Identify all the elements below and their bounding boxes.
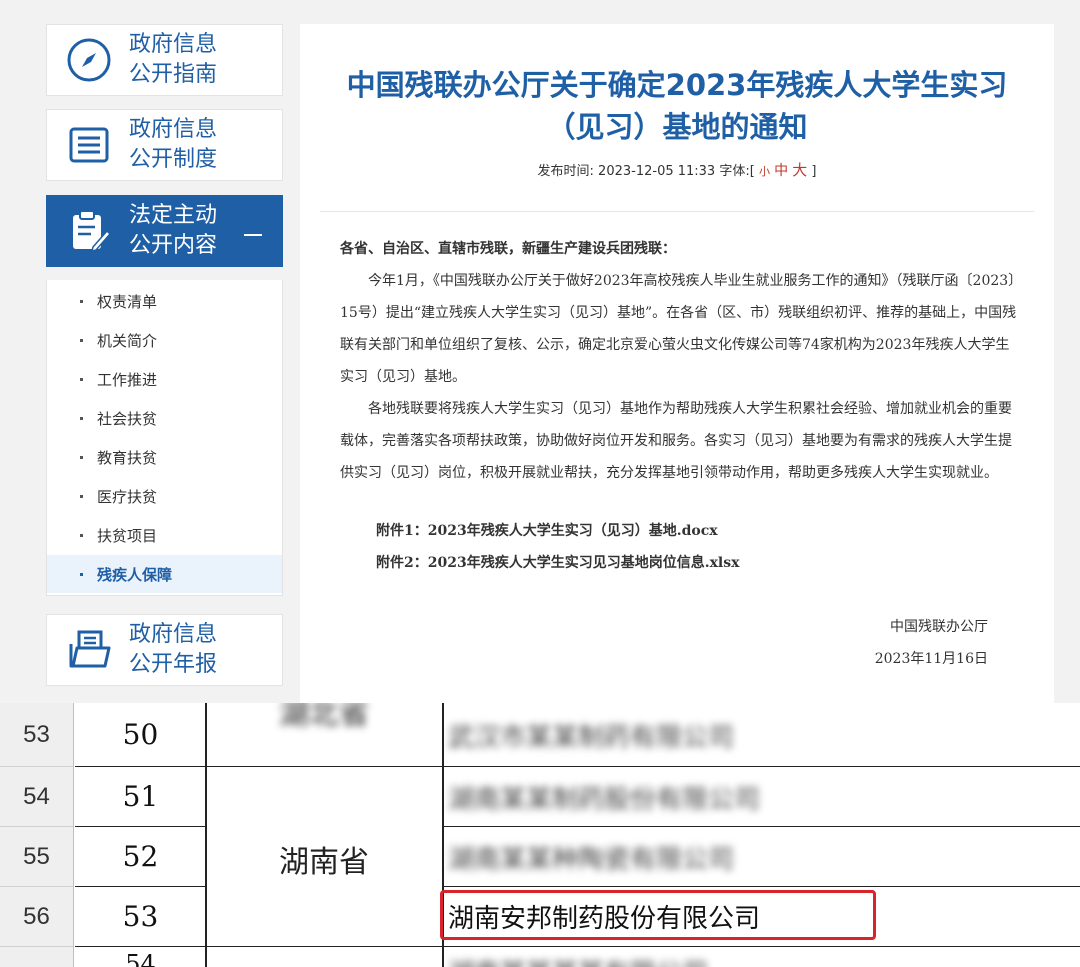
collapse-icon[interactable] bbox=[244, 234, 262, 236]
paragraph: 各地残联要将残疾人大学生实习（见习）基地作为帮助残疾人大学生积累社会经验、增加就… bbox=[340, 401, 1012, 481]
company-cell: 湖南某某制药股份有限公司 bbox=[448, 785, 761, 815]
submenu-item[interactable]: 社会扶贫 bbox=[47, 399, 282, 437]
folder-document-icon bbox=[69, 630, 111, 668]
article-meta: 发布时间: 2023-12-05 11:33 字体:[ 小 中 大 ] bbox=[537, 161, 817, 179]
nav-card-annual-report[interactable]: 政府信息 公开年报 bbox=[46, 614, 283, 686]
attachment-link[interactable]: 附件2：2023年残疾人大学生实习见习基地岗位信息.xlsx bbox=[340, 547, 1020, 579]
paragraph: 今年1月，《中国残联办公厅关于做好2023年高校残疾人毕业生就业服务工作的通知》… bbox=[340, 273, 1017, 385]
row-number: 53 bbox=[0, 703, 74, 767]
document-list-icon bbox=[69, 127, 109, 163]
font-size-small-link[interactable]: 小 bbox=[759, 165, 770, 178]
portal-page: 政府信息 公开指南 政府信息 公开制度 法定主动 公开内容 权责清单 机关简介 … bbox=[0, 0, 1080, 703]
row-number: 56 bbox=[0, 887, 74, 947]
submenu-item[interactable]: 扶贫项目 bbox=[47, 516, 282, 554]
article-panel: 中国残联办公厅关于确定2023年残疾人大学生实习 （见习）基地的通知 发布时间:… bbox=[300, 24, 1054, 703]
row-number: 54 bbox=[0, 767, 74, 827]
province-cell: 湖南省 bbox=[279, 845, 369, 880]
nav-card-system[interactable]: 政府信息 公开制度 bbox=[46, 109, 283, 181]
row-number bbox=[0, 947, 74, 967]
clipboard-edit-icon bbox=[73, 210, 112, 253]
seq-cell: 54 bbox=[75, 947, 206, 967]
font-size-large-link[interactable]: 大 bbox=[792, 161, 807, 179]
submenu-item[interactable]: 权责清单 bbox=[47, 282, 282, 320]
submenu-item[interactable]: 医疗扶贫 bbox=[47, 477, 282, 515]
submenu-item[interactable]: 机关简介 bbox=[47, 321, 282, 359]
row-number: 55 bbox=[0, 827, 74, 887]
attachment-link[interactable]: 附件1：2023年残疾人大学生实习（见习）基地.docx bbox=[340, 515, 1020, 547]
nav-card-label: 政府信息 公开指南 bbox=[129, 32, 218, 87]
nav-card-content[interactable]: 法定主动 公开内容 bbox=[46, 195, 283, 267]
signer: 中国残联办公厅 bbox=[890, 619, 988, 635]
submenu-item[interactable]: 教育扶贫 bbox=[47, 438, 282, 476]
font-size-medium-link[interactable]: 中 bbox=[774, 163, 788, 179]
seq-cell: 52 bbox=[75, 827, 206, 887]
company-cell: 湖南某某某某有限公司 bbox=[448, 953, 708, 967]
nav-card-label: 政府信息 公开年报 bbox=[129, 622, 218, 677]
submenu-item[interactable]: 工作推进 bbox=[47, 360, 282, 398]
company-cell: 湖南某某种陶瓷有限公司 bbox=[448, 845, 735, 875]
seq-cell: 51 bbox=[75, 767, 206, 827]
nav-card-label: 政府信息 公开制度 bbox=[129, 117, 218, 172]
sign-date: 2023年11月16日 bbox=[874, 651, 988, 667]
nav-card-label: 法定主动 公开内容 bbox=[129, 203, 218, 258]
spreadsheet: 湖北省 53 50 武汉市某某制药有限公司 54 51 湖南某某制药股份有限公司… bbox=[0, 703, 1080, 967]
salutation: 各省、自治区、直辖市残联，新疆生产建设兵团残联： bbox=[340, 241, 676, 257]
nav-card-guide[interactable]: 政府信息 公开指南 bbox=[46, 24, 283, 96]
highlight-box bbox=[440, 890, 876, 940]
company-cell: 武汉市某某制药有限公司 bbox=[448, 723, 735, 753]
article-title: 中国残联办公厅关于确定2023年残疾人大学生实习 （见习）基地的通知 bbox=[346, 68, 1008, 144]
submenu: 权责清单 机关简介 工作推进 社会扶贫 教育扶贫 医疗扶贫 扶贫项目 残疾人保障 bbox=[46, 280, 283, 596]
seq-cell: 50 bbox=[75, 703, 206, 767]
compass-icon bbox=[67, 38, 111, 82]
submenu-item-active[interactable]: 残疾人保障 bbox=[47, 555, 282, 593]
divider bbox=[320, 211, 1034, 212]
seq-cell: 53 bbox=[75, 887, 206, 947]
